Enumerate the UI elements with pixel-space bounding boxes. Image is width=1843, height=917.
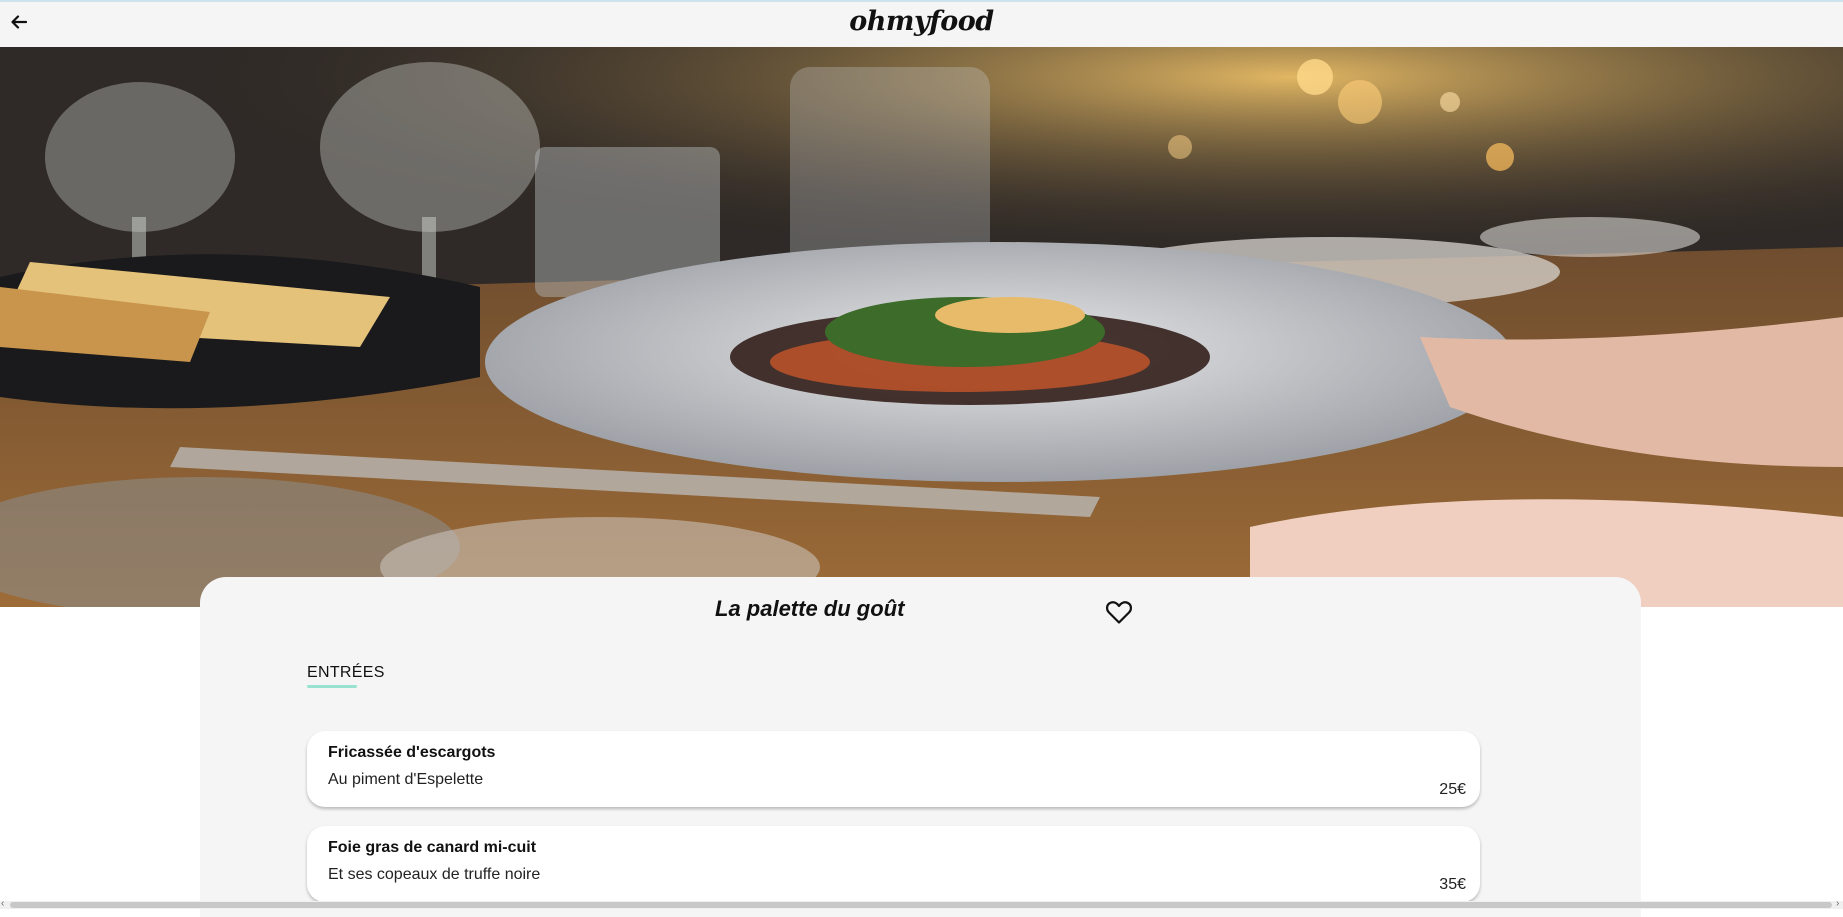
dish-price: 25€ xyxy=(1439,781,1466,798)
restaurant-hero-image xyxy=(0,47,1843,607)
scroll-left-icon[interactable]: ‹ xyxy=(1,899,4,909)
dish-name: Foie gras de canard mi-cuit xyxy=(328,839,537,856)
section-title-entrees: ENTRÉES xyxy=(307,664,385,681)
top-header: ohmyfood xyxy=(0,0,1843,47)
section-underline xyxy=(307,685,357,688)
dish-card[interactable]: Foie gras de canard mi-cuit Et ses copea… xyxy=(307,826,1480,902)
dish-card[interactable]: Fricassée d'escargots Au piment d'Espele… xyxy=(307,731,1480,807)
horizontal-scrollbar[interactable]: ‹ › xyxy=(0,899,1843,909)
app-logo[interactable]: ohmyfood xyxy=(0,6,1843,37)
favorite-button[interactable] xyxy=(1105,599,1133,625)
scrollbar-thumb[interactable] xyxy=(10,902,1832,908)
restaurant-menu-card: La palette du goût ENTRÉES Fricassée d'e… xyxy=(200,577,1641,917)
restaurant-name: La palette du goût xyxy=(715,596,905,621)
dish-description: Et ses copeaux de truffe noire xyxy=(328,866,541,883)
dish-description: Au piment d'Espelette xyxy=(328,771,484,788)
heart-outline-icon xyxy=(1106,601,1132,624)
scroll-right-icon[interactable]: › xyxy=(1836,899,1839,909)
dish-name: Fricassée d'escargots xyxy=(328,744,496,761)
dish-price: 35€ xyxy=(1439,876,1466,893)
